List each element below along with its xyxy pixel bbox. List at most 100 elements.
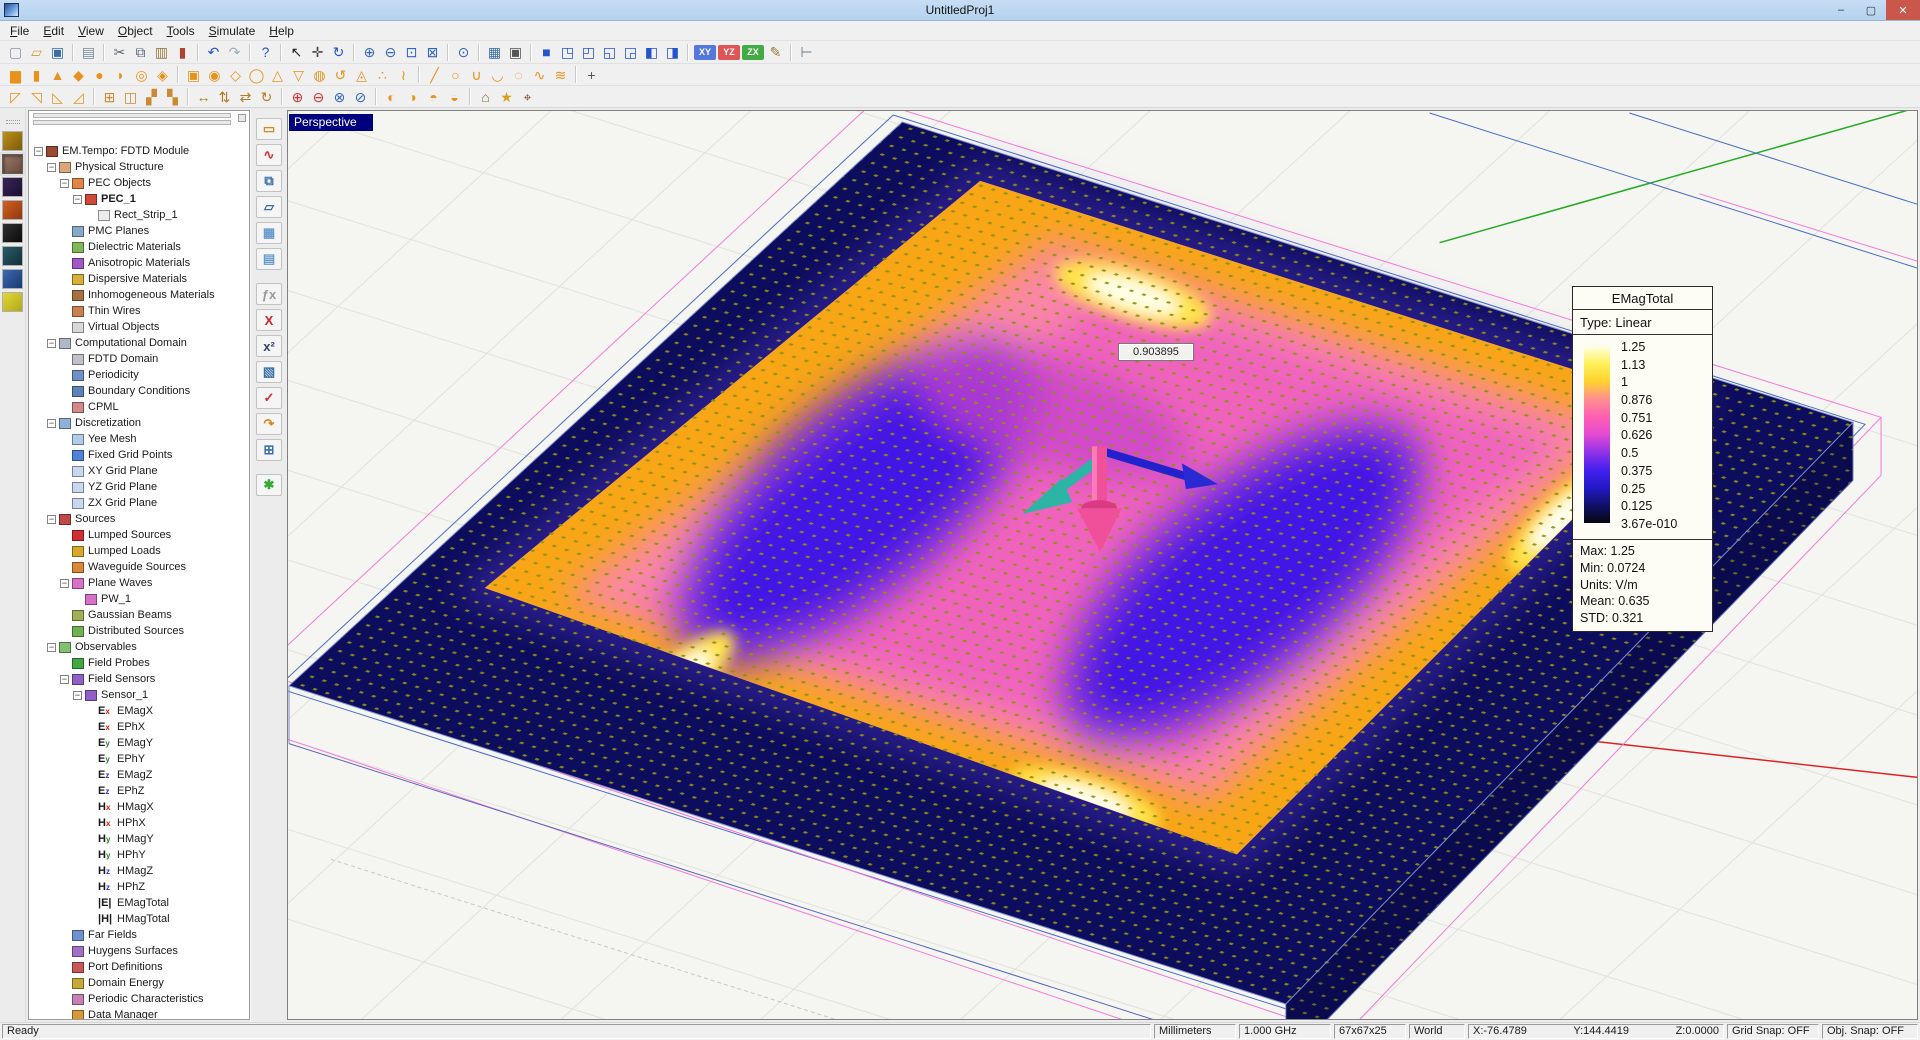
tree-item-huygens-surfaces[interactable]: Huygens Surfaces [29,943,249,959]
print-button[interactable]: ▤ [78,43,99,62]
validate-check-button[interactable]: ✓ [256,387,282,409]
array-tool-button[interactable]: ⊞ [99,87,120,106]
tree-item-ephy[interactable]: EyEPhY [29,751,249,767]
bool-subtract-button[interactable]: ⊖ [308,87,329,106]
tree-item-pw-1[interactable]: PW_1 [29,591,249,607]
draw-torus-button[interactable]: ◎ [131,65,152,84]
status-grid-snap[interactable]: Grid Snap: OFF [1727,1024,1819,1039]
menu-object[interactable]: Object [111,22,160,40]
calculator-button[interactable]: ⊞ [256,439,282,461]
run-simulation-button[interactable]: ✱ [256,474,282,496]
menu-edit[interactable]: Edit [36,22,71,40]
draw-circle-solid-button[interactable]: ◉ [204,65,225,84]
draw-zigzag-button[interactable]: ≋ [550,65,571,84]
tree-item-ephz[interactable]: EzEPhZ [29,783,249,799]
tree-item-emagz[interactable]: EzEMagZ [29,767,249,783]
status-frequency[interactable]: 1.000 GHz [1239,1024,1331,1039]
tree-item-anisotropic-materials[interactable]: Anisotropic Materials [29,255,249,271]
draw-ellipse-button[interactable]: ◯ [246,65,267,84]
expander-icon[interactable]: − [73,691,82,700]
tree-item-sources[interactable]: −Sources [29,511,249,527]
orbit-rotate-button[interactable]: ↻ [328,43,349,62]
tree-item-lumped-loads[interactable]: Lumped Loads [29,543,249,559]
draw-arc-u-button[interactable]: ∪ [466,65,487,84]
draw-box-button[interactable]: ▆ [5,65,26,84]
draw-spiral-curve-button[interactable]: ◌ [508,65,529,84]
viewport-3d[interactable]: Perspective 0.903895 EMagTotal Type: Lin… [287,110,1918,1020]
tree-item-xy-grid-plane[interactable]: XY Grid Plane [29,463,249,479]
hatch-a-button[interactable]: ▞ [141,87,162,106]
new-file-button[interactable]: ▢ [5,43,26,62]
rotate-cw-button[interactable]: ↻ [256,87,277,106]
tree-item-plane-waves[interactable]: −Plane Waves [29,575,249,591]
tree-item-ephx[interactable]: ExEPhX [29,719,249,735]
draw-sphere-button[interactable]: ● [89,65,110,84]
draw-arc-l-button[interactable]: ◡ [487,65,508,84]
hatch-b-button[interactable]: ▚ [162,87,183,106]
move-v-button[interactable]: ⇅ [214,87,235,106]
draw-lens-button[interactable]: ◈ [152,65,173,84]
favorite-button[interactable]: ★ [496,87,517,106]
expander-icon[interactable]: − [47,163,56,172]
mesh-settings-button[interactable]: ▤ [256,248,282,270]
status-obj-snap[interactable]: Obj. Snap: OFF [1822,1024,1918,1039]
tree-item-zx-grid-plane[interactable]: ZX Grid Plane [29,495,249,511]
tf-corner3-button[interactable]: ◺ [47,87,68,106]
draw-cone-button[interactable]: ▲ [47,65,68,84]
draw-pyramid-button[interactable]: ◬ [351,65,372,84]
tree-item-hphx[interactable]: HxHPhX [29,815,249,831]
tree-item-computational-domain[interactable]: −Computational Domain [29,335,249,351]
menu-tools[interactable]: Tools [160,22,202,40]
shade-left-button[interactable]: ◐ [381,87,402,106]
delete-results-button[interactable]: X [256,309,282,331]
shade-top-button[interactable]: ◓ [423,87,444,106]
shade-right-button[interactable]: ◑ [402,87,423,106]
domain-box-button[interactable]: ▱ [256,196,282,218]
paste-button[interactable]: ▥ [151,43,172,62]
tree-item-port-definitions[interactable]: Port Definitions [29,959,249,975]
single-view-button[interactable]: ▣ [505,43,526,62]
module-emillumina-button[interactable] [2,269,23,289]
zoom-out-button[interactable]: ⊖ [380,43,401,62]
sketch-mode-button[interactable]: ✎ [765,43,786,62]
swap-button[interactable]: ⇄ [235,87,256,106]
material-list-button[interactable]: ⧉ [256,170,282,192]
view-iso1-button[interactable]: ◳ [557,43,578,62]
tree-item-dielectric-materials[interactable]: Dielectric Materials [29,239,249,255]
expander-icon[interactable]: − [60,579,69,588]
tree-panel-button[interactable] [238,114,246,122]
tree-item-virtual-objects[interactable]: Virtual Objects [29,319,249,335]
view-front-button[interactable]: ◱ [599,43,620,62]
draw-circle-curve-button[interactable]: ○ [445,65,466,84]
module-emferma-button[interactable] [2,246,23,266]
expander-icon[interactable]: − [47,339,56,348]
tree-item-distributed-sources[interactable]: Distributed Sources [29,623,249,639]
tree-item-field-probes[interactable]: Field Probes [29,655,249,671]
menu-file[interactable]: File [3,22,36,40]
tree-item-hmagx[interactable]: HxHMagX [29,799,249,815]
explode-tool-button[interactable]: ◫ [120,87,141,106]
view-back-button[interactable]: ◲ [620,43,641,62]
draw-ellipsoid-button[interactable]: ◗ [110,65,131,84]
tree-item-hmagy[interactable]: HyHMagY [29,831,249,847]
view-xy-plane-button[interactable]: XY [694,45,716,60]
tf-corner4-button[interactable]: ◿ [68,87,89,106]
expander-icon[interactable]: − [47,419,56,428]
draw-rect-button[interactable]: ▣ [183,65,204,84]
draw-helix-button[interactable]: ∿ [529,65,550,84]
module-cubecad-button[interactable] [2,131,23,151]
module-empicasso-button[interactable] [2,177,23,197]
view-left-button[interactable]: ◧ [641,43,662,62]
delete-button[interactable]: ▮ [172,43,193,62]
draw-triangle-button[interactable]: △ [267,65,288,84]
redo-button[interactable]: ↷ [224,43,245,62]
tree-item-emagy[interactable]: EyEMagY [29,735,249,751]
select-pointer-button[interactable]: ↖ [286,43,307,62]
tree-item-data-manager[interactable]: Data Manager [29,1007,249,1020]
menu-help[interactable]: Help [262,22,301,40]
data-manager-button[interactable]: ↷ [256,413,282,435]
bool-slice-button[interactable]: ⊘ [350,87,371,106]
draw-spiral-flat-button[interactable]: ↺ [330,65,351,84]
draw-cluster-button[interactable]: ∴ [372,65,393,84]
pan-button[interactable]: ✛ [307,43,328,62]
